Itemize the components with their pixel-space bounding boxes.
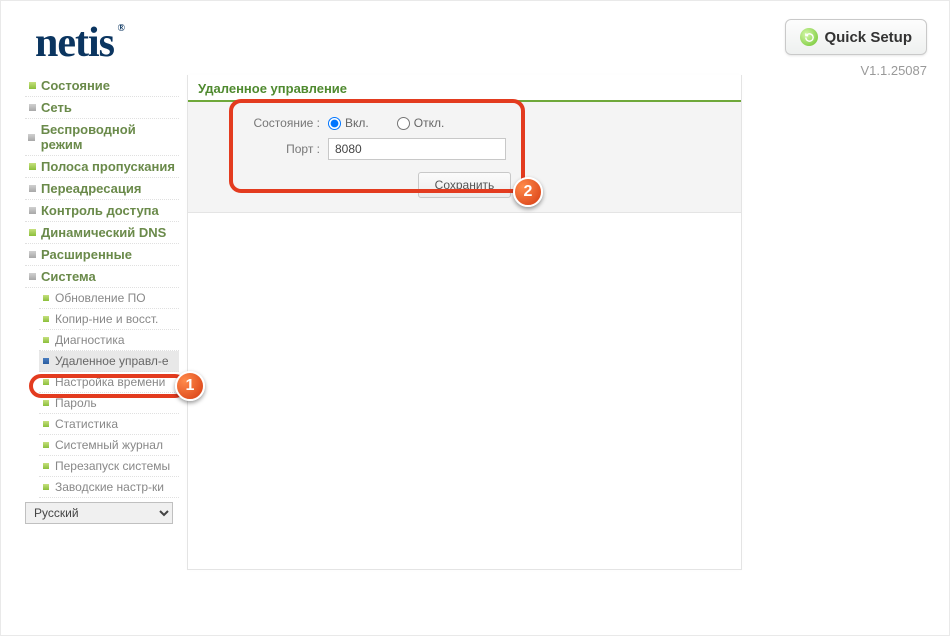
nav-item-6[interactable]: Динамический DNS [25,222,179,244]
nav-sub-label: Обновление ПО [55,291,146,305]
bullet-icon [41,419,51,429]
nav-label: Контроль доступа [41,203,159,218]
nav-label: Беспроводной режим [41,122,177,152]
bullet-icon [27,250,37,260]
bullet-icon [27,228,37,238]
state-off-input[interactable] [397,117,410,130]
nav-label: Сеть [41,100,72,115]
nav-item-7[interactable]: Расширенные [25,244,179,266]
bullet-icon [27,184,37,194]
refresh-icon [800,28,818,46]
state-on-text: Вкл. [345,116,369,130]
bullet-icon [41,377,51,387]
bullet-icon [41,482,51,492]
nav-item-3[interactable]: Полоса пропускания [25,156,179,178]
bullet-icon [41,335,51,345]
port-input[interactable] [328,138,506,160]
nav-sub-item-1[interactable]: Копир-ние и восст. [39,309,179,330]
nav-sub-label: Перезапуск системы [55,459,170,473]
settings-form: Состояние : Вкл. Откл. [188,102,741,213]
nav-sub-item-2[interactable]: Диагностика [39,330,179,351]
nav-sub-label: Копир-ние и восст. [55,312,158,326]
nav-label: Расширенные [41,247,132,262]
nav-sub-item-5[interactable]: Пароль [39,393,179,414]
bullet-icon [41,440,51,450]
nav-sub-label: Пароль [55,396,97,410]
nav-sub-label: Настройка времени [55,375,165,389]
nav-item-2[interactable]: Беспроводной режим [25,119,179,156]
bullet-icon [41,314,51,324]
language-select[interactable]: Русский [25,502,173,524]
nav-item-1[interactable]: Сеть [25,97,179,119]
bullet-icon [27,132,37,142]
nav-label: Динамический DNS [41,225,166,240]
state-off-radio[interactable]: Откл. [397,116,445,130]
bullet-icon [27,272,37,282]
nav-item-8[interactable]: Система [25,266,179,288]
nav-sub-item-9[interactable]: Заводские настр-ки [39,477,179,498]
nav-label: Переадресация [41,181,141,196]
bullet-icon [41,356,51,366]
bullet-icon [41,398,51,408]
port-label: Порт : [188,142,328,156]
nav-label: Полоса пропускания [41,159,175,174]
nav-sub-item-3[interactable]: Удаленное управл-е [39,351,179,372]
bullet-icon [41,461,51,471]
nav-sub-label: Системный журнал [55,438,163,452]
state-on-input[interactable] [328,117,341,130]
bullet-icon [27,103,37,113]
bullet-icon [27,162,37,172]
bullet-icon [41,293,51,303]
nav-item-4[interactable]: Переадресация [25,178,179,200]
nav-sub-item-7[interactable]: Системный журнал [39,435,179,456]
quick-setup-button[interactable]: Quick Setup [785,19,927,55]
nav-sub-item-6[interactable]: Статистика [39,414,179,435]
nav-label: Система [41,269,96,284]
nav-sub-item-8[interactable]: Перезапуск системы [39,456,179,477]
logo: netis [35,19,114,67]
state-off-text: Откл. [414,116,445,130]
bullet-icon [27,81,37,91]
nav-label: Состояние [41,78,110,93]
page-title: Удаленное управление [188,75,741,102]
state-on-radio[interactable]: Вкл. [328,116,369,130]
save-button[interactable]: Сохранить [418,172,512,198]
bullet-icon [27,206,37,216]
nav-sub-label: Удаленное управл-е [55,354,169,368]
nav-sub-label: Заводские настр-ки [55,480,164,494]
nav-sub-label: Диагностика [55,333,125,347]
nav-item-0[interactable]: Состояние [25,75,179,97]
nav-sub-item-4[interactable]: Настройка времени [39,372,179,393]
nav-sub-item-0[interactable]: Обновление ПО [39,288,179,309]
quick-setup-label: Quick Setup [824,29,912,46]
state-label: Состояние : [188,116,328,130]
nav-item-5[interactable]: Контроль доступа [25,200,179,222]
nav-sub-label: Статистика [55,417,118,431]
